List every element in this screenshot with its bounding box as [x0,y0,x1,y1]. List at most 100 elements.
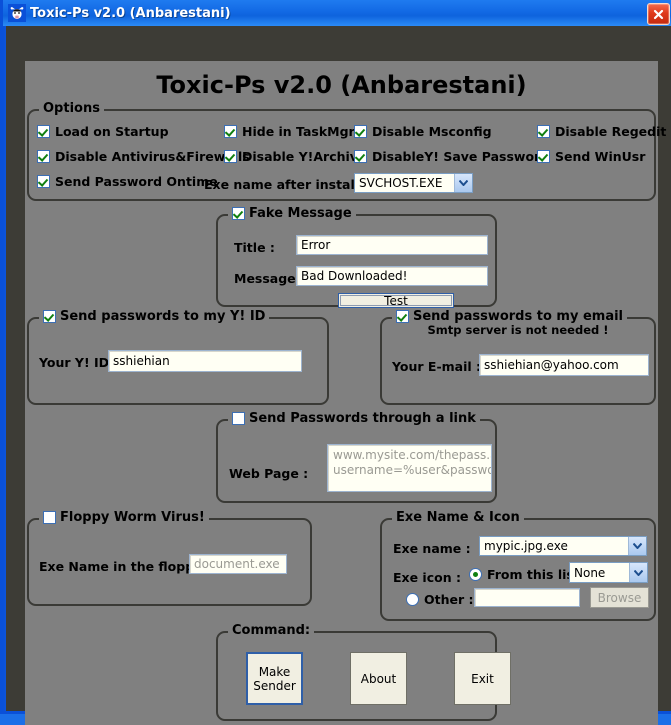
link-field-label: Web Page : [229,466,309,481]
checkbox-disable-antivirus-firewalls[interactable]: Disable Antivirus&Firewalls [37,149,250,164]
checkbox-load-on-startup-label: Load on Startup [55,124,169,139]
fake-message-title-input[interactable]: Error [296,235,488,255]
checkbox-disable-msconfig[interactable]: Disable Msconfig [354,124,492,139]
yahoo-id-group: Send passwords to my Y! ID Your Y! ID : … [27,309,329,405]
exe-name-label: Exe name : [393,541,471,556]
cow-head-icon [8,4,26,22]
about-button[interactable]: About [350,652,407,705]
yahoo-id-group-title: Send passwords to my Y! ID [39,309,270,324]
email-input[interactable]: sshiehian@yahoo.com [479,354,649,376]
chevron-down-icon[interactable] [628,537,646,555]
floppy-exe-name-input[interactable]: document.exe [189,554,287,574]
checkbox-send-passwords-through-link[interactable] [232,412,245,425]
floppy-group: Floppy Worm Virus! Exe Name in the flopp… [27,510,312,606]
radio-other-button[interactable] [406,593,419,606]
checkbox-send-winusr-label: Send WinUsr [555,149,646,164]
chevron-down-icon[interactable] [629,563,647,582]
fake-message-title-value: Error [301,238,331,252]
link-group-title: Send Passwords through a link [228,411,480,426]
checkbox-send-password-ontime-label: Send Password Ontime [55,174,218,189]
checkbox-disable-y-save-password-box[interactable] [354,150,367,163]
email-field-label: Your E-mail : [392,359,482,374]
exe-name-after-install-combo[interactable]: SVCHOST.EXE [354,173,473,193]
exe-name-after-install-value: SVCHOST.EXE [359,176,443,190]
checkbox-load-on-startup[interactable]: Load on Startup [37,124,169,139]
command-group-title: Command: [228,623,315,638]
checkbox-send-passwords-to-email[interactable] [396,310,409,323]
application-window: Toxic-Ps v2.0 (Anbarestani) Toxic-Ps v2.… [0,0,671,725]
yahoo-id-value: sshiehian [113,354,170,368]
checkbox-send-password-ontime[interactable]: Send Password Ontime [37,174,218,189]
email-value: sshiehian@yahoo.com [484,358,619,372]
email-group: Send passwords to my email Smtp server i… [380,309,656,405]
checkbox-disable-msconfig-label: Disable Msconfig [372,124,492,139]
email-group-title: Send passwords to my email [392,309,628,324]
link-group: Send Passwords through a link Web Page :… [216,411,497,503]
email-subtitle: Smtp server is not needed ! [427,323,609,337]
floppy-field-label: Exe Name in the floppy : [39,559,212,574]
checkbox-hide-in-taskmgr-box[interactable] [224,125,237,138]
checkbox-disable-regedit-box[interactable] [537,125,550,138]
make-sender-label-line1: Make [258,664,291,679]
checkbox-disable-antivirus-firewalls-box[interactable] [37,150,50,163]
checkbox-send-password-ontime-box[interactable] [37,175,50,188]
chevron-down-icon[interactable] [454,174,472,192]
exe-name-after-install-label: Exe name after install : [204,177,369,192]
browse-button[interactable]: Browse [590,587,649,608]
checkbox-disable-y-archive[interactable]: Disable Y!Archive [224,149,366,164]
checkbox-hide-in-taskmgr[interactable]: Hide in TaskMgr [224,124,355,139]
icon-list-value: None [574,565,606,580]
exe-icon-group: Exe Name & Icon Exe name : mypic.jpg.exe… [380,510,656,621]
title-bar[interactable]: Toxic-Ps v2.0 (Anbarestani) [3,0,671,26]
fake-message-group: Fake Message Title : Error Message : Bad… [216,206,497,308]
options-group: Options Load on Startup Hide in TaskMgr … [27,101,666,201]
fake-message-title-label: Title : [234,240,275,255]
radio-from-this-list-button[interactable] [469,568,482,581]
fake-message-message-label: Message : [234,271,306,286]
floppy-exe-name-placeholder: document.exe [194,557,280,571]
exit-button[interactable]: Exit [454,652,511,705]
other-icon-path-input[interactable] [474,588,580,607]
exe-name-combo[interactable]: mypic.jpg.exe [479,536,647,556]
radio-other[interactable]: Other : [406,592,474,607]
exe-icon-group-title: Exe Name & Icon [392,510,524,525]
fake-message-message-value: Bad Downloaded! [301,269,408,283]
checkbox-disable-msconfig-box[interactable] [354,125,367,138]
floppy-group-title: Floppy Worm Virus! [39,510,209,525]
exe-name-value: mypic.jpg.exe [484,539,568,553]
checkbox-disable-y-archive-box[interactable] [224,150,237,163]
checkbox-floppy-worm-virus[interactable] [43,511,56,524]
make-sender-button[interactable]: Make Sender [246,652,303,705]
checkbox-disable-y-archive-label: Disable Y!Archive [242,149,367,164]
checkbox-disable-regedit-label: Disable Regedit [555,124,667,139]
checkbox-fake-message[interactable] [232,207,245,220]
checkbox-send-passwords-to-yahoo-id[interactable] [43,310,56,323]
radio-other-label: Other : [424,592,474,607]
options-group-title: Options [39,101,104,116]
checkbox-send-winusr[interactable]: Send WinUsr [537,149,645,164]
close-icon[interactable] [647,3,670,25]
checkbox-disable-regedit[interactable]: Disable Regedit [537,124,666,139]
yahoo-id-field-label: Your Y! ID : [39,355,119,370]
fake-message-group-title: Fake Message [228,206,356,221]
checkbox-disable-y-save-password-label: DisableY! Save Password [372,149,550,164]
command-group: Command: Make Sender About Exit [216,623,511,721]
client-area: Toxic-Ps v2.0 (Anbarestani) Options Load… [25,61,666,725]
checkbox-load-on-startup-box[interactable] [37,125,50,138]
test-button[interactable]: Test [338,293,454,308]
link-webpage-placeholder-line2: username=%user&passwd=%pass [333,463,491,477]
icon-list-combo[interactable]: None [569,562,648,583]
window-frame: Toxic-Ps v2.0 (Anbarestani) Options Load… [6,26,671,725]
page-title: Toxic-Ps v2.0 (Anbarestani) [156,71,527,99]
checkbox-send-winusr-box[interactable] [537,150,550,163]
checkbox-hide-in-taskmgr-label: Hide in TaskMgr [242,124,355,139]
checkbox-disable-antivirus-firewalls-label: Disable Antivirus&Firewalls [55,149,250,164]
fake-message-message-input[interactable]: Bad Downloaded! [296,266,488,286]
make-sender-label-line2: Sender [253,678,296,693]
yahoo-id-input[interactable]: sshiehian [108,350,302,372]
window-title: Toxic-Ps v2.0 (Anbarestani) [30,5,231,21]
exe-icon-label: Exe icon : [393,570,461,585]
link-webpage-placeholder-line1: www.mysite.com/thepass.asp? [333,448,491,462]
link-webpage-input[interactable]: www.mysite.com/thepass.asp? username=%us… [327,444,492,492]
checkbox-disable-y-save-password[interactable]: DisableY! Save Password [354,149,549,164]
